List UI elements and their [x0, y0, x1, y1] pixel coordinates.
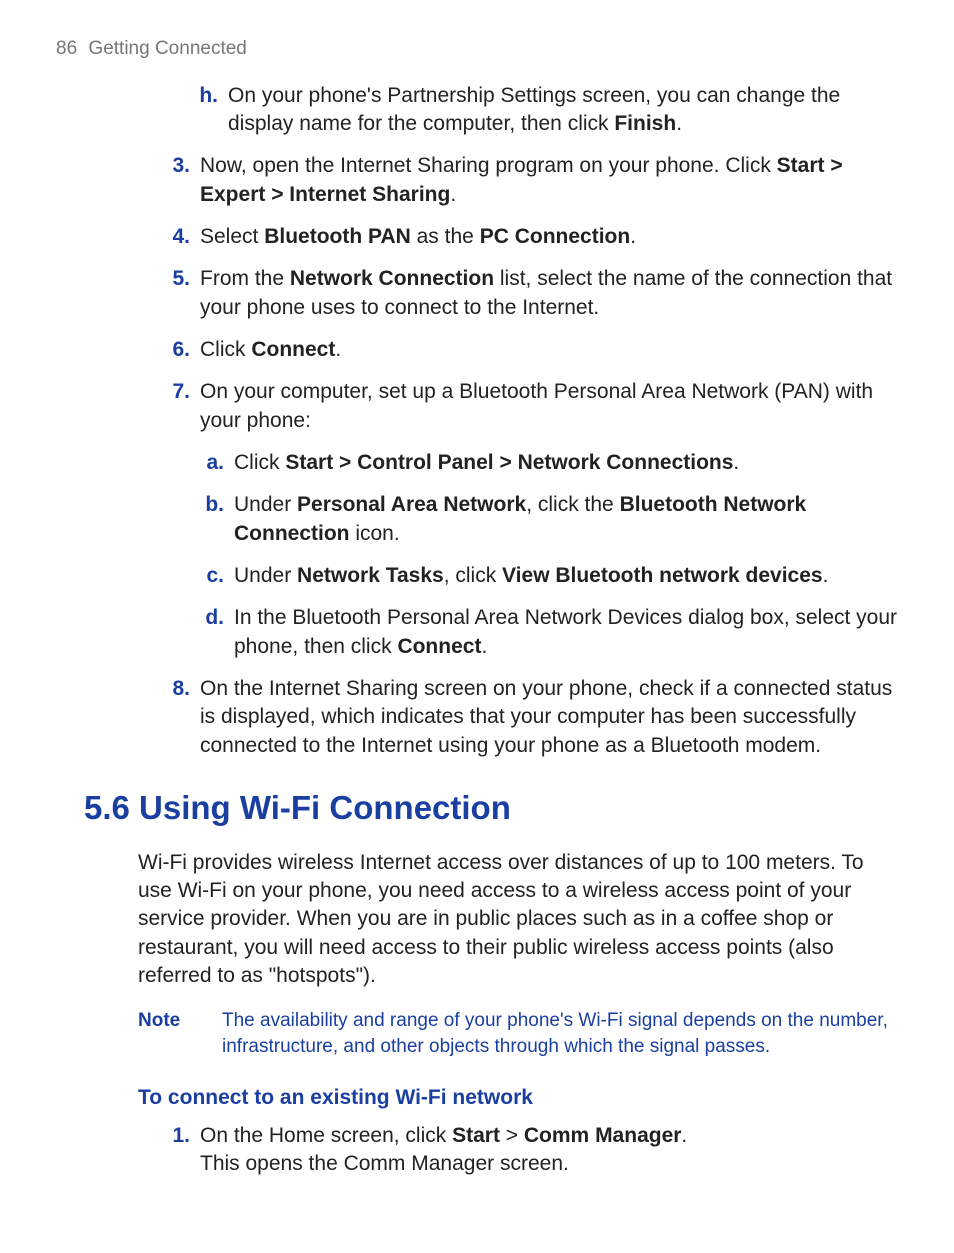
step-marker: a. — [198, 449, 224, 477]
wifi-step-1: 1. On the Home screen, click Start > Com… — [164, 1122, 898, 1179]
step-7: 7. On your computer, set up a Bluetooth … — [164, 378, 898, 435]
step-text: Under Personal Area Network, click the B… — [234, 491, 898, 548]
step-text: Now, open the Internet Sharing program o… — [200, 152, 898, 209]
step-marker: c. — [198, 562, 224, 590]
step-marker: 6. — [164, 336, 190, 364]
step-6: 6. Click Connect. — [164, 336, 898, 364]
step-h: h. On your phone's Partnership Settings … — [192, 82, 898, 139]
step-marker: 7. — [164, 378, 190, 435]
chapter-title: Getting Connected — [88, 38, 246, 59]
step-marker: b. — [198, 491, 224, 548]
step-5: 5. From the Network Connection list, sel… — [164, 265, 898, 322]
note-text: The availability and range of your phone… — [222, 1008, 898, 1059]
step-marker: 4. — [164, 223, 190, 251]
step-7a: a. Click Start > Control Panel > Network… — [198, 449, 898, 477]
step-marker: 3. — [164, 152, 190, 209]
step-marker: 1. — [164, 1122, 190, 1179]
page-number: 86 — [56, 38, 77, 59]
note-block: Note The availability and range of your … — [138, 1008, 898, 1059]
step-marker: h. — [192, 82, 218, 139]
step-7d: d. In the Bluetooth Personal Area Networ… — [198, 604, 898, 661]
step-7b: b. Under Personal Area Network, click th… — [198, 491, 898, 548]
step-text: On your computer, set up a Bluetooth Per… — [200, 378, 898, 435]
note-label: Note — [138, 1008, 222, 1059]
step-text: On the Internet Sharing screen on your p… — [200, 675, 898, 760]
step-3: 3. Now, open the Internet Sharing progra… — [164, 152, 898, 209]
step-marker: 5. — [164, 265, 190, 322]
body-paragraph: Wi-Fi provides wireless Internet access … — [138, 849, 898, 991]
step-8: 8. On the Internet Sharing screen on you… — [164, 675, 898, 760]
step-text: Select Bluetooth PAN as the PC Connectio… — [200, 223, 898, 251]
page-header: 86 Getting Connected — [56, 36, 898, 62]
step-7c: c. Under Network Tasks, click View Bluet… — [198, 562, 898, 590]
step-marker: 8. — [164, 675, 190, 760]
step-4: 4. Select Bluetooth PAN as the PC Connec… — [164, 223, 898, 251]
step-text: Under Network Tasks, click View Bluetoot… — [234, 562, 898, 590]
step-text: From the Network Connection list, select… — [200, 265, 898, 322]
step-text: In the Bluetooth Personal Area Network D… — [234, 604, 898, 661]
step-text: On the Home screen, click Start > Comm M… — [200, 1122, 898, 1179]
subheading: To connect to an existing Wi-Fi network — [138, 1084, 898, 1112]
step-text: Click Connect. — [200, 336, 898, 364]
section-heading: 5.6 Using Wi-Fi Connection — [84, 786, 898, 831]
step-text: Click Start > Control Panel > Network Co… — [234, 449, 898, 477]
step-text: On your phone's Partnership Settings scr… — [228, 82, 898, 139]
step-marker: d. — [198, 604, 224, 661]
